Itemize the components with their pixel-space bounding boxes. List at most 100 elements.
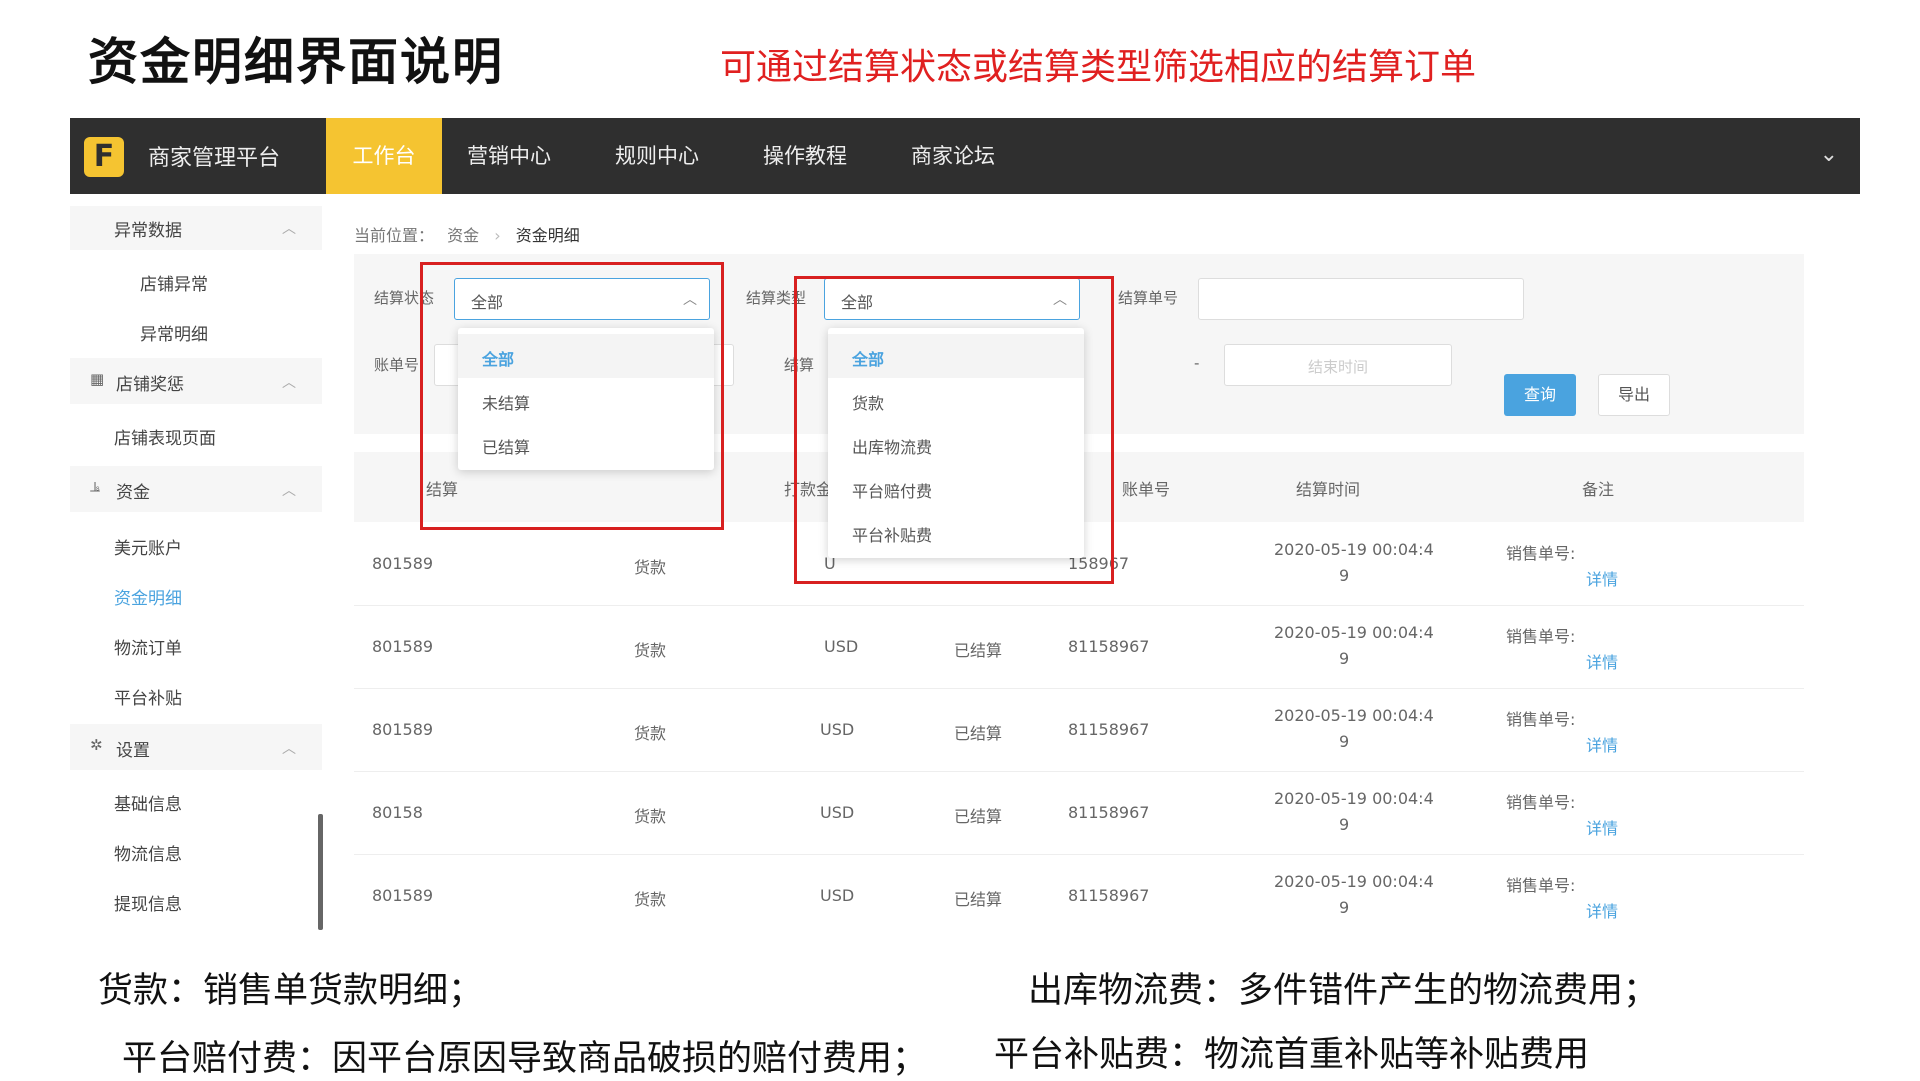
- table-row: 80158 货款 USD 已结算 81158967 2020-05-19 00:…: [354, 773, 1804, 855]
- top-navbar: F 商家管理平台 工作台 营销中心 规则中心 操作教程 商家论坛 ⌄: [70, 118, 1860, 194]
- detail-link[interactable]: 详情: [1586, 732, 1618, 756]
- cell-status: 已结算: [954, 890, 1003, 909]
- bill-no-label: 账单号: [374, 356, 420, 374]
- cell-id: 801589: [372, 886, 434, 905]
- sidebar-item-logistics-orders[interactable]: 物流订单: [70, 624, 322, 664]
- cell-id: 801589: [372, 637, 434, 656]
- shop-icon: ▦: [90, 370, 105, 388]
- sidebar-item-label: 店铺表现页面: [114, 429, 216, 449]
- detail-link[interactable]: 详情: [1586, 649, 1618, 673]
- col-header-remark: 备注: [1582, 480, 1615, 499]
- sidebar-section-label: 资金: [116, 483, 150, 503]
- money-icon: ⫡: [90, 478, 101, 496]
- breadcrumb-prefix: 当前位置：: [354, 226, 435, 245]
- sidebar-item-label: 基础信息: [114, 795, 182, 815]
- chevron-up-icon: ︿: [282, 221, 296, 237]
- app-screenshot: F 商家管理平台 工作台 营销中心 规则中心 操作教程 商家论坛 ⌄ 异常数据 …: [70, 118, 1860, 930]
- chevron-up-icon: ︿: [282, 741, 296, 757]
- sidebar: 异常数据 ︿ 店铺异常 异常明细 ▦ 店铺奖惩 ︿ 店铺表现页面 ⫡ 资金 ︿ …: [70, 194, 323, 930]
- sidebar-item-shop-performance[interactable]: 店铺表现页面: [70, 414, 322, 454]
- cell-bill-no: 81158967: [1068, 886, 1150, 905]
- detail-link[interactable]: 详情: [1586, 898, 1618, 922]
- cell-bill-no: 81158967: [1068, 637, 1150, 656]
- nav-forum[interactable]: 商家论坛: [898, 118, 1008, 194]
- page-title: 资金明细界面说明: [88, 32, 504, 91]
- table-row: 801589 货款 USD 已结算 81158967 2020-05-19 00…: [354, 690, 1804, 772]
- cell-time-tail: 9: [1339, 566, 1350, 585]
- sidebar-item-label: 资金明细: [114, 589, 182, 609]
- cell-time-tail: 9: [1339, 649, 1350, 668]
- sidebar-item-label: 美元账户: [114, 539, 182, 559]
- breadcrumb-separator: ›: [494, 226, 501, 245]
- sidebar-item-platform-subsidy[interactable]: 平台补贴: [70, 674, 322, 714]
- cell-time-tail: 9: [1339, 815, 1350, 834]
- logo-icon: F: [84, 137, 124, 177]
- sidebar-item-shop-anomaly[interactable]: 店铺异常: [70, 260, 322, 300]
- query-button[interactable]: 查询: [1504, 374, 1576, 416]
- nav-workbench[interactable]: 工作台: [326, 118, 442, 194]
- cell-bill-no: 81158967: [1068, 720, 1150, 739]
- cell-status: 已结算: [954, 641, 1003, 660]
- cell-bill-no: 81158967: [1068, 803, 1150, 822]
- footnote-platform-compensation: 平台赔付费：因平台原因导致商品破损的赔付费用；: [122, 1039, 928, 1079]
- cell-currency: USD: [824, 637, 859, 656]
- cell-status: 已结算: [954, 807, 1003, 826]
- nav-marketing[interactable]: 营销中心: [454, 118, 564, 194]
- highlight-box-type: [794, 276, 1114, 584]
- detail-link[interactable]: 详情: [1586, 815, 1618, 839]
- cell-status: 已结算: [954, 724, 1003, 743]
- sidebar-item-label: 物流订单: [114, 639, 182, 659]
- nav-rules[interactable]: 规则中心: [602, 118, 712, 194]
- footnote-outbound-logistics: 出库物流费：多件错件产生的物流费用；: [1028, 971, 1659, 1011]
- cell-remark: 销售单号:: [1506, 793, 1576, 812]
- col-header-bill-no: 账单号: [1122, 480, 1171, 499]
- export-button[interactable]: 导出: [1598, 374, 1670, 416]
- sidebar-item-anomaly-detail[interactable]: 异常明细: [70, 310, 322, 350]
- sidebar-section-anomaly[interactable]: 异常数据 ︿: [70, 206, 322, 250]
- sidebar-item-label: 异常明细: [140, 325, 208, 345]
- table-row: 801589 货款 USD 已结算 81158967 2020-05-19 00…: [354, 607, 1804, 689]
- cell-type: 货款: [634, 890, 667, 909]
- detail-link[interactable]: 详情: [1586, 566, 1618, 590]
- cell-type: 货款: [634, 558, 667, 577]
- table-row: 801589 货款 USD 已结算 81158967 2020-05-19 00…: [354, 856, 1804, 930]
- sidebar-item-label: 物流信息: [114, 845, 182, 865]
- breadcrumb: 当前位置： 资金 › 资金明细: [354, 222, 580, 246]
- cell-time-tail: 9: [1339, 732, 1350, 751]
- date-range-dash: -: [1194, 354, 1200, 372]
- cell-remark: 销售单号:: [1506, 544, 1576, 563]
- sidebar-item-withdraw-info[interactable]: 提现信息: [70, 880, 322, 920]
- end-date-placeholder: 结束时间: [1307, 358, 1368, 376]
- sidebar-item-usd-account[interactable]: 美元账户: [70, 524, 322, 564]
- cell-remark: 销售单号:: [1506, 876, 1576, 895]
- cell-currency: USD: [820, 720, 855, 739]
- cell-type: 货款: [634, 807, 667, 826]
- sidebar-item-fund-detail[interactable]: 资金明细: [70, 574, 322, 614]
- nav-tutorials[interactable]: 操作教程: [750, 118, 860, 194]
- sidebar-section-settings[interactable]: ✲ 设置 ︿: [70, 724, 322, 770]
- cell-type: 货款: [634, 724, 667, 743]
- chevron-down-icon[interactable]: ⌄: [1820, 142, 1838, 167]
- order-no-input[interactable]: [1198, 278, 1524, 320]
- sidebar-section-shop-rewards[interactable]: ▦ 店铺奖惩 ︿: [70, 358, 322, 404]
- cell-currency: USD: [820, 886, 855, 905]
- cell-type: 货款: [634, 641, 667, 660]
- cell-time-tail: 9: [1339, 898, 1350, 917]
- cell-remark: 销售单号:: [1506, 710, 1576, 729]
- end-date-input[interactable]: 结束时间: [1224, 344, 1452, 386]
- footnote-goods: 货款：销售单货款明细；: [98, 971, 484, 1011]
- sidebar-section-funds[interactable]: ⫡ 资金 ︿: [70, 466, 322, 512]
- sidebar-item-basic-info[interactable]: 基础信息: [70, 780, 322, 820]
- cell-time: 2020-05-19 00:04:4: [1274, 706, 1434, 725]
- cell-id: 80158: [372, 803, 423, 822]
- breadcrumb-link-funds[interactable]: 资金: [447, 226, 479, 245]
- brand-name: 商家管理平台: [148, 146, 281, 171]
- highlight-box-status: [420, 262, 724, 530]
- cell-time: 2020-05-19 00:04:4: [1274, 789, 1434, 808]
- sidebar-item-label: 平台补贴: [114, 689, 182, 709]
- sidebar-item-label: 提现信息: [114, 895, 182, 915]
- sidebar-section-label: 店铺奖惩: [116, 375, 184, 395]
- sidebar-item-logistics-info[interactable]: 物流信息: [70, 830, 322, 870]
- chevron-up-icon: ︿: [282, 375, 296, 391]
- cell-id: 801589: [372, 720, 434, 739]
